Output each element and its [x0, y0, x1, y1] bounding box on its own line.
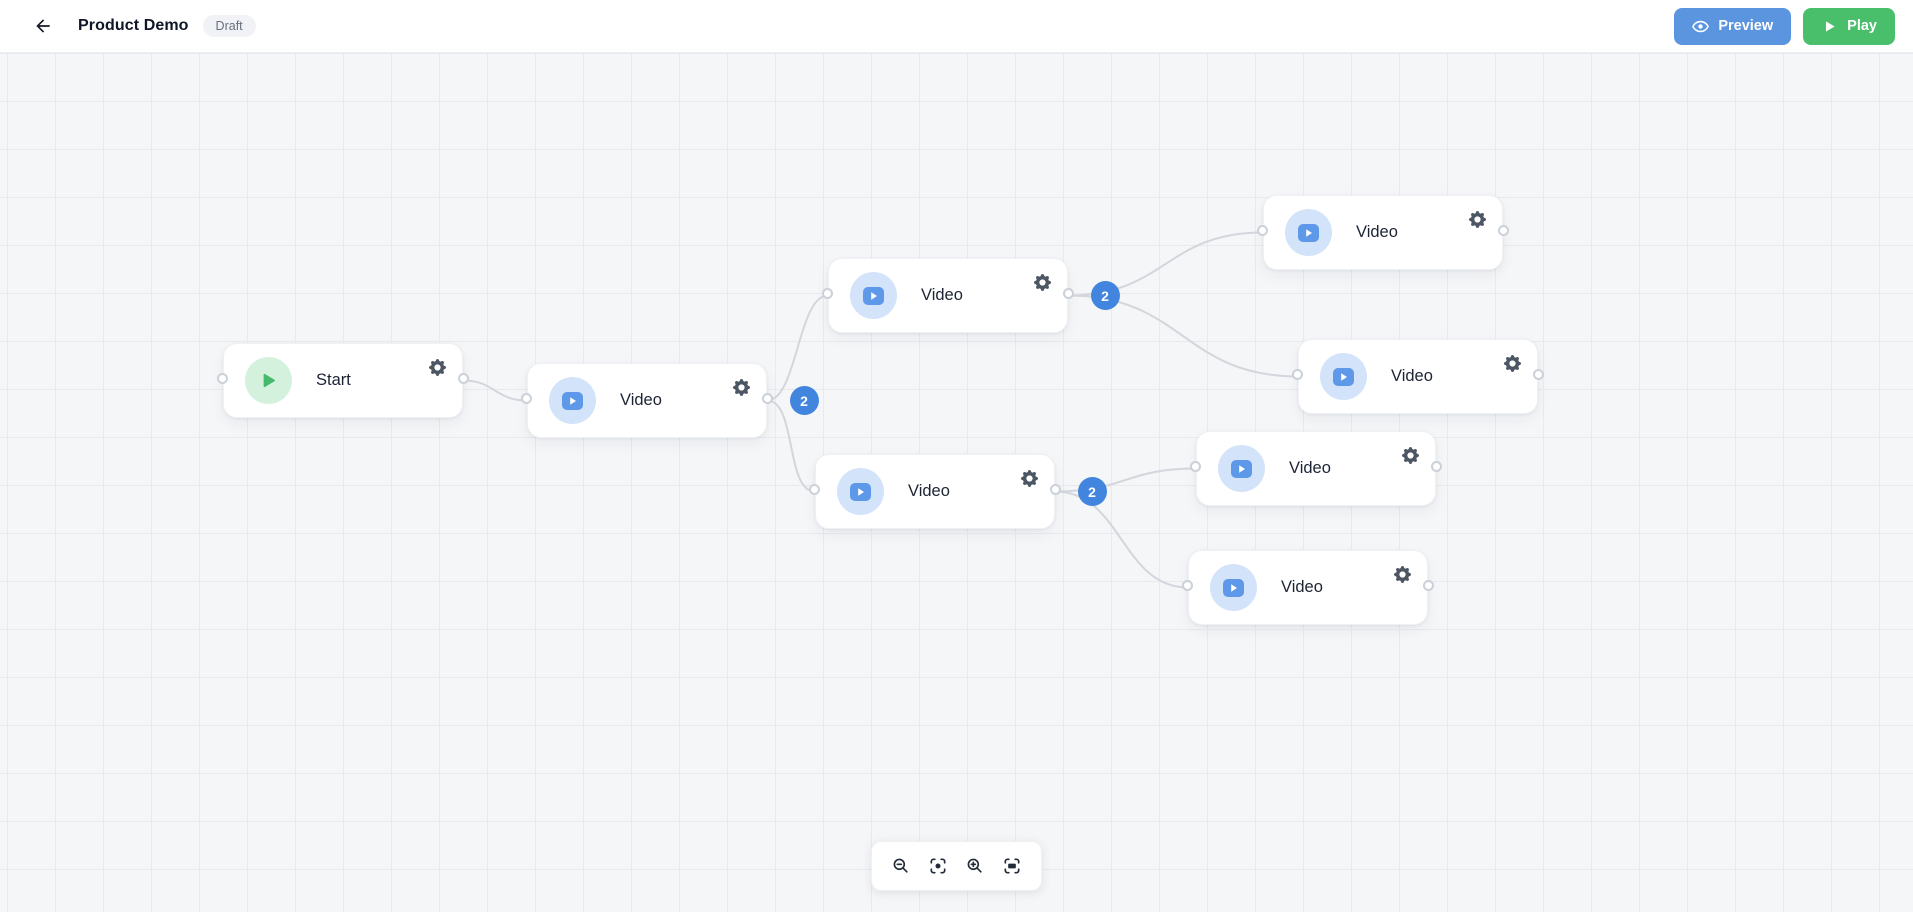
video-icon	[1210, 564, 1257, 611]
flow-node-v3[interactable]: Video	[809, 454, 1061, 529]
node-label: Video	[921, 286, 963, 304]
settings-icon[interactable]	[1033, 273, 1051, 291]
node-label: Video	[1391, 367, 1433, 385]
focus-center-button[interactable]	[922, 846, 954, 886]
output-handle[interactable]	[1431, 461, 1442, 472]
video-icon	[549, 377, 596, 424]
flow-edge	[1054, 490, 1189, 589]
arrow-left-icon	[33, 16, 53, 36]
settings-icon[interactable]	[1401, 446, 1419, 464]
input-handle[interactable]	[1292, 369, 1303, 380]
zoom-out-icon	[891, 856, 911, 876]
output-handle[interactable]	[1423, 580, 1434, 591]
focus-target-icon	[928, 856, 948, 876]
output-handle[interactable]	[1498, 225, 1509, 236]
flow-node-v4[interactable]: Video	[1257, 195, 1509, 270]
flow-edge	[766, 294, 829, 402]
video-icon	[1320, 353, 1367, 400]
play-button[interactable]: Play	[1803, 7, 1895, 45]
output-handle[interactable]	[458, 373, 469, 384]
eye-icon	[1692, 18, 1710, 35]
node-label: Start	[316, 371, 351, 389]
node-label: Video	[1356, 223, 1398, 241]
app-window: Product Demo Draft Preview Play Start Vid…	[0, 0, 1913, 912]
back-button[interactable]	[26, 9, 60, 43]
settings-icon[interactable]	[1468, 210, 1486, 228]
zoom-in-button[interactable]	[959, 846, 991, 886]
settings-icon[interactable]	[1503, 354, 1521, 372]
start-play-icon	[245, 357, 292, 404]
video-icon	[1285, 209, 1332, 256]
node-label: Video	[620, 391, 662, 409]
input-handle[interactable]	[521, 393, 532, 404]
video-icon	[850, 272, 897, 319]
node-label: Video	[1281, 578, 1323, 596]
input-handle[interactable]	[217, 373, 228, 384]
status-badge: Draft	[202, 14, 256, 38]
flow-node-v7[interactable]: Video	[1182, 550, 1434, 625]
settings-icon[interactable]	[1020, 469, 1038, 487]
zoom-out-button[interactable]	[885, 846, 917, 886]
input-handle[interactable]	[1257, 225, 1268, 236]
flow-node-v5[interactable]: Video	[1292, 339, 1544, 414]
flow-node-v2[interactable]: Video	[822, 258, 1074, 333]
canvas-toolbar	[871, 841, 1042, 891]
fit-view-button[interactable]	[996, 846, 1028, 886]
flow-node-v1[interactable]: Video	[521, 363, 773, 438]
preview-button-label: Preview	[1718, 18, 1774, 34]
node-label: Video	[1289, 459, 1331, 477]
input-handle[interactable]	[1190, 461, 1201, 472]
zoom-in-icon	[965, 856, 985, 876]
output-handle[interactable]	[1063, 288, 1074, 299]
header: Product Demo Draft Preview Play	[0, 0, 1913, 53]
input-handle[interactable]	[809, 484, 820, 495]
flow-node-v6[interactable]: Video	[1190, 431, 1442, 506]
input-handle[interactable]	[822, 288, 833, 299]
settings-icon[interactable]	[428, 358, 446, 376]
branch-count-badge: 2	[789, 386, 819, 415]
fit-view-icon	[1002, 856, 1022, 876]
video-icon	[837, 468, 884, 515]
settings-icon[interactable]	[1393, 565, 1411, 583]
settings-icon[interactable]	[732, 378, 750, 396]
branch-count-badge: 2	[1090, 281, 1120, 310]
flow-edge	[1054, 467, 1197, 493]
play-button-label: Play	[1847, 18, 1877, 34]
page-title: Product Demo	[78, 17, 189, 34]
node-label: Video	[908, 482, 950, 500]
flow-edge	[462, 379, 528, 402]
play-icon	[1821, 18, 1838, 35]
input-handle[interactable]	[1182, 580, 1193, 591]
video-icon	[1218, 445, 1265, 492]
flow-node-start[interactable]: Start	[217, 343, 469, 418]
flow-canvas[interactable]: Start Video Video Video Video Video Video Video…	[0, 53, 1913, 912]
output-handle[interactable]	[762, 393, 773, 404]
output-handle[interactable]	[1050, 484, 1061, 495]
branch-count-badge: 2	[1077, 477, 1107, 506]
preview-button[interactable]: Preview	[1674, 7, 1792, 45]
output-handle[interactable]	[1533, 369, 1544, 380]
